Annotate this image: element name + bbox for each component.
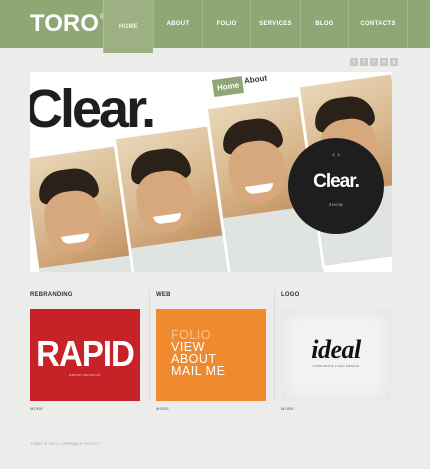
logo-text: TORO <box>30 10 99 37</box>
nav-blog-label: BLOG <box>315 21 334 27</box>
section-title-rebranding: REBRANDING <box>30 292 73 298</box>
card-rebranding-subtext: BRAND REDESIGN <box>69 373 101 377</box>
nav-folio-label: FOLIO <box>216 21 237 27</box>
nav-home[interactable]: HOME <box>103 0 153 53</box>
section-title-web: WEB <box>156 292 171 298</box>
card-web[interactable]: FOLIO VIEW ABOUT MAIL ME <box>156 309 266 401</box>
card-rebranding-text: RAPID <box>36 333 135 374</box>
slider-arrows-icon[interactable]: ‹ › <box>288 150 384 159</box>
google-icon[interactable]: g <box>390 58 398 66</box>
nav-folio[interactable]: FOLIO <box>202 0 250 48</box>
nav-home-label: HOME <box>118 23 139 30</box>
nav-services[interactable]: SERVICES <box>250 0 300 48</box>
nav-blog[interactable]: BLOG <box>300 0 348 48</box>
column-divider <box>274 290 275 400</box>
twitter-icon[interactable]: t <box>350 58 358 66</box>
more-link-web[interactable]: MORE <box>156 406 169 411</box>
skype-icon[interactable]: s <box>380 58 388 66</box>
footer-text: TORO © 2012 • PRIVACY POLICY <box>30 441 101 446</box>
show-button[interactable]: SHOW <box>288 202 384 207</box>
section-title-logo: LOGO <box>281 292 300 298</box>
column-divider <box>149 290 150 400</box>
more-link-logo[interactable]: MORE <box>281 406 294 411</box>
nav-contacts[interactable]: CONTACTS <box>348 0 408 48</box>
rss-icon[interactable]: r <box>370 58 378 66</box>
hero-slider: Clear. Home About ‹ › Clear. SHOW <box>30 72 392 272</box>
more-link-rebranding[interactable]: MORE <box>30 406 43 411</box>
hero-caption-circle: ‹ › Clear. SHOW <box>288 138 384 234</box>
card-logo[interactable]: ideal CORPORATE LOGO DESIGN <box>281 309 391 401</box>
card-logo-text: ideal <box>311 335 361 364</box>
social-icons: t f r s g <box>350 58 398 66</box>
hero-circle-word: Clear. <box>313 171 360 192</box>
header-bar: TORO® HOME ABOUT FOLIO SERVICES BLOG CON… <box>0 0 430 53</box>
nav-about-label: ABOUT <box>166 21 190 27</box>
hero-tag-about: About <box>243 73 268 86</box>
main-nav: HOME ABOUT FOLIO SERVICES BLOG CONTACTS <box>103 0 408 53</box>
nav-about[interactable]: ABOUT <box>153 0 202 48</box>
nav-services-label: SERVICES <box>259 21 292 27</box>
logo[interactable]: TORO® <box>30 10 106 38</box>
facebook-icon[interactable]: f <box>360 58 368 66</box>
nav-contacts-label: CONTACTS <box>360 21 396 27</box>
card-logo-subtext: CORPORATE LOGO DESIGN <box>312 364 360 368</box>
card-rebranding[interactable]: RAPID BRAND REDESIGN <box>30 309 140 401</box>
hero-headline: Clear. <box>30 79 156 139</box>
hero-tag-home: Home <box>211 75 245 98</box>
card-web-line-4: MAIL ME <box>171 364 226 378</box>
